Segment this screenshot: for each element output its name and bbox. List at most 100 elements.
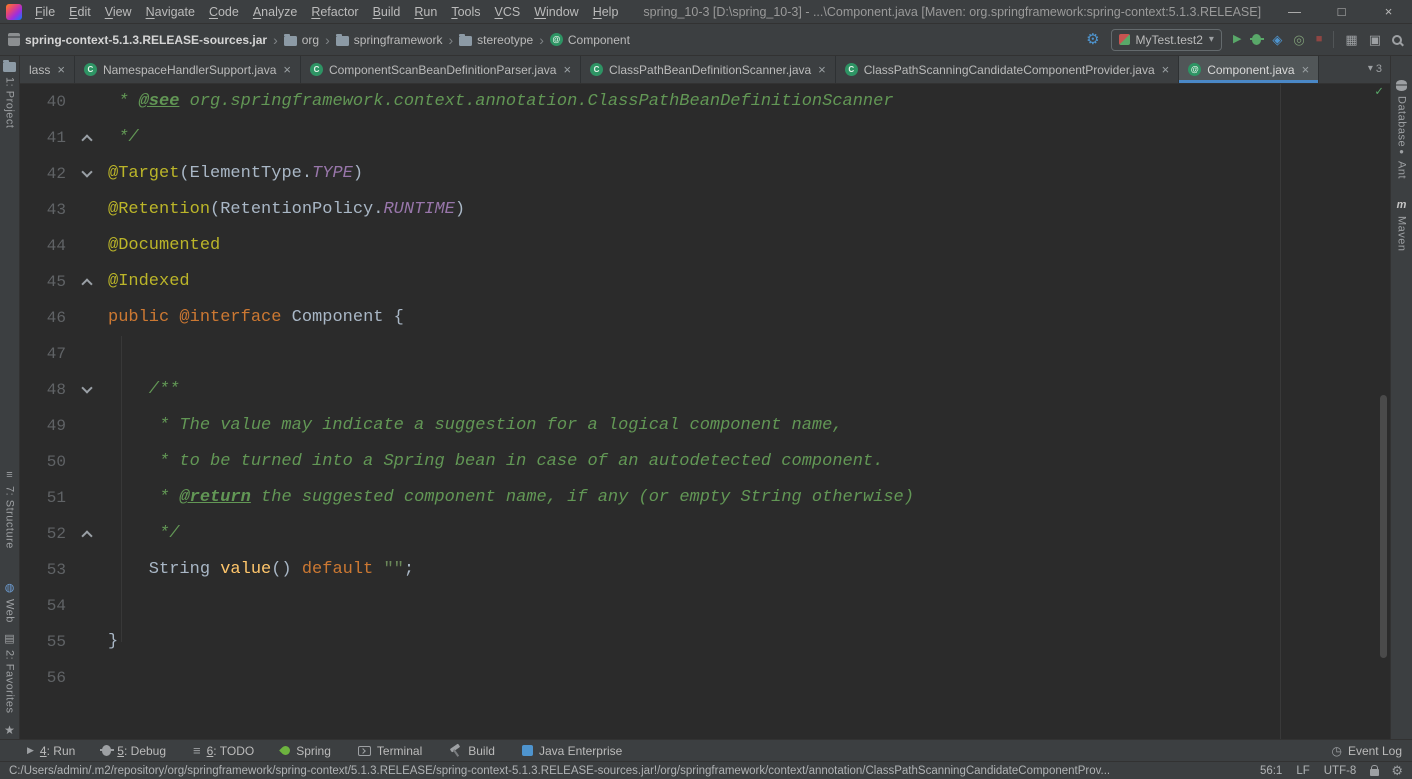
fold-up-icon[interactable] <box>81 134 93 146</box>
tool-button-maven[interactable]: m Maven <box>1391 200 1412 252</box>
breadcrumb-spring-context-5-1-3-release-sources-jar[interactable]: spring-context-5.1.3.RELEASE-sources.jar <box>8 33 267 47</box>
line-separator-widget[interactable]: LF <box>1296 765 1309 777</box>
tool-button-star-icon[interactable]: ★ <box>0 724 19 736</box>
code-text[interactable]: */ <box>108 120 1390 156</box>
bottom-tool-spring[interactable]: Spring <box>279 744 331 758</box>
close-tab-icon[interactable]: × <box>818 62 826 77</box>
code-text[interactable]: @Indexed <box>108 264 1390 300</box>
gutter[interactable]: 40 <box>20 84 108 120</box>
bottom-tool-debug[interactable]: 5: Debug <box>99 744 166 758</box>
gutter[interactable]: 46 <box>20 300 108 336</box>
code-text[interactable]: * @see org.springframework.context.annot… <box>108 84 1390 120</box>
code-text[interactable] <box>108 588 1390 624</box>
code-text[interactable]: @Documented <box>108 228 1390 264</box>
lock-icon[interactable] <box>1370 765 1380 776</box>
close-tab-icon[interactable]: × <box>1162 62 1170 77</box>
gutter[interactable]: 56 <box>20 660 108 696</box>
tool-button-ant[interactable]: ● Ant <box>1391 148 1412 180</box>
hidden-tabs-dropdown[interactable]: ▾ 3 <box>1368 56 1382 82</box>
gutter[interactable]: 55 <box>20 624 108 660</box>
wrench-icon[interactable]: ⚙ <box>1086 32 1099 47</box>
close-tab-icon[interactable]: × <box>283 62 291 77</box>
gear-icon[interactable]: ⚙ <box>1391 764 1403 777</box>
tool-windows-icon[interactable]: ▦ <box>1345 33 1357 46</box>
menu-help[interactable]: Help <box>586 3 626 21</box>
gutter[interactable]: 48 <box>20 372 108 408</box>
coverage-icon[interactable]: ◈ <box>1272 33 1282 46</box>
gutter[interactable]: 44 <box>20 228 108 264</box>
tool-button-7-structure[interactable]: ≡ 7: Structure <box>0 470 19 549</box>
menu-window[interactable]: Window <box>527 3 585 21</box>
close-tab-icon[interactable]: × <box>57 62 65 77</box>
menu-file[interactable]: File <box>28 3 62 21</box>
code-text[interactable]: } <box>108 624 1390 660</box>
gutter[interactable]: 41 <box>20 120 108 156</box>
tab-namespacehandlersupport-java[interactable]: C NamespaceHandlerSupport.java × <box>75 56 301 83</box>
code-text[interactable] <box>108 660 1390 696</box>
fold-down-icon[interactable] <box>81 382 93 394</box>
debug-icon[interactable] <box>1249 34 1264 45</box>
menu-vcs[interactable]: VCS <box>488 3 528 21</box>
minimize-button[interactable]: — <box>1271 0 1318 23</box>
inspection-ok-icon[interactable]: ✓ <box>1375 85 1383 98</box>
search-icon[interactable] <box>1392 34 1402 45</box>
gutter[interactable]: 43 <box>20 192 108 228</box>
code-text[interactable] <box>108 336 1390 372</box>
menu-view[interactable]: View <box>98 3 139 21</box>
menu-tools[interactable]: Tools <box>444 3 487 21</box>
gutter[interactable]: 42 <box>20 156 108 192</box>
profiler-icon[interactable]: ◎ <box>1293 33 1304 46</box>
fold-down-icon[interactable] <box>81 166 93 178</box>
breadcrumb-component[interactable]: @ Component <box>549 33 630 47</box>
tool-button-2-favorites[interactable]: ▤ 2: Favorites <box>0 634 19 714</box>
tab-classpathscanningcandidatecomponentprovider-java[interactable]: C ClassPathScanningCandidateComponentProv… <box>836 56 1180 83</box>
tab-component-java[interactable]: @ Component.java × <box>1179 56 1320 83</box>
caret-position-widget[interactable]: 56:1 <box>1260 765 1282 777</box>
fold-up-icon[interactable] <box>81 278 93 290</box>
menu-navigate[interactable]: Navigate <box>139 3 202 21</box>
fold-up-icon[interactable] <box>81 530 93 542</box>
gutter[interactable]: 49 <box>20 408 108 444</box>
code-text[interactable]: * to be turned into a Spring bean in cas… <box>108 444 1390 480</box>
gutter[interactable]: 45 <box>20 264 108 300</box>
event-log-button[interactable]: ◷ Event Log <box>1331 744 1402 758</box>
gutter[interactable]: 47 <box>20 336 108 372</box>
bottom-tool-terminal[interactable]: Terminal <box>357 744 422 758</box>
editor-scrollbar[interactable] <box>1380 395 1387 658</box>
gutter[interactable]: 53 <box>20 552 108 588</box>
layout-icon[interactable]: ▣ <box>1369 33 1381 46</box>
tab-lass[interactable]: lass × <box>20 56 75 83</box>
tool-button-database[interactable]: Database <box>1391 80 1412 147</box>
breadcrumb-org[interactable]: org <box>283 33 319 47</box>
code-text[interactable]: String value() default ""; <box>108 552 1390 588</box>
menu-analyze[interactable]: Analyze <box>246 3 304 21</box>
breadcrumb-springframework[interactable]: springframework <box>335 33 442 47</box>
code-text[interactable]: public @interface Component { <box>108 300 1390 336</box>
gutter[interactable]: 52 <box>20 516 108 552</box>
gutter[interactable]: 51 <box>20 480 108 516</box>
bottom-tool-build[interactable]: Build <box>449 744 495 758</box>
breadcrumb-stereotype[interactable]: stereotype <box>459 33 533 47</box>
maximize-button[interactable]: □ <box>1318 0 1365 23</box>
code-text[interactable]: * The value may indicate a suggestion fo… <box>108 408 1390 444</box>
code-text[interactable]: @Target(ElementType.TYPE) <box>108 156 1390 192</box>
bottom-tool-run[interactable]: ▶ 4: Run <box>27 744 75 758</box>
menu-code[interactable]: Code <box>202 3 246 21</box>
tool-button-1-project[interactable]: 1: Project <box>0 60 19 128</box>
bottom-tool-java-enterprise[interactable]: Java Enterprise <box>521 744 622 758</box>
menu-refactor[interactable]: Refactor <box>304 3 365 21</box>
bottom-tool-todo[interactable]: ≡ 6: TODO <box>193 744 254 758</box>
tab-classpathbeandefinitionscanner-java[interactable]: C ClassPathBeanDefinitionScanner.java × <box>581 56 836 83</box>
code-text[interactable]: * @return the suggested component name, … <box>108 480 1390 516</box>
tool-button-web[interactable]: ◍ Web <box>0 583 19 623</box>
gutter[interactable]: 50 <box>20 444 108 480</box>
tab-componentscanbeandefinitionparser-java[interactable]: C ComponentScanBeanDefinitionParser.java × <box>301 56 582 83</box>
play-icon[interactable]: ▶ <box>1233 34 1241 45</box>
run-config-selector[interactable]: MyTest.test2 ▾ <box>1110 28 1222 51</box>
encoding-widget[interactable]: UTF-8 <box>1324 765 1357 777</box>
stop-icon[interactable]: ■ <box>1316 34 1323 45</box>
code-text[interactable]: @Retention(RetentionPolicy.RUNTIME) <box>108 192 1390 228</box>
menu-build[interactable]: Build <box>366 3 408 21</box>
code-text[interactable]: /** <box>108 372 1390 408</box>
code-text[interactable]: */ <box>108 516 1390 552</box>
